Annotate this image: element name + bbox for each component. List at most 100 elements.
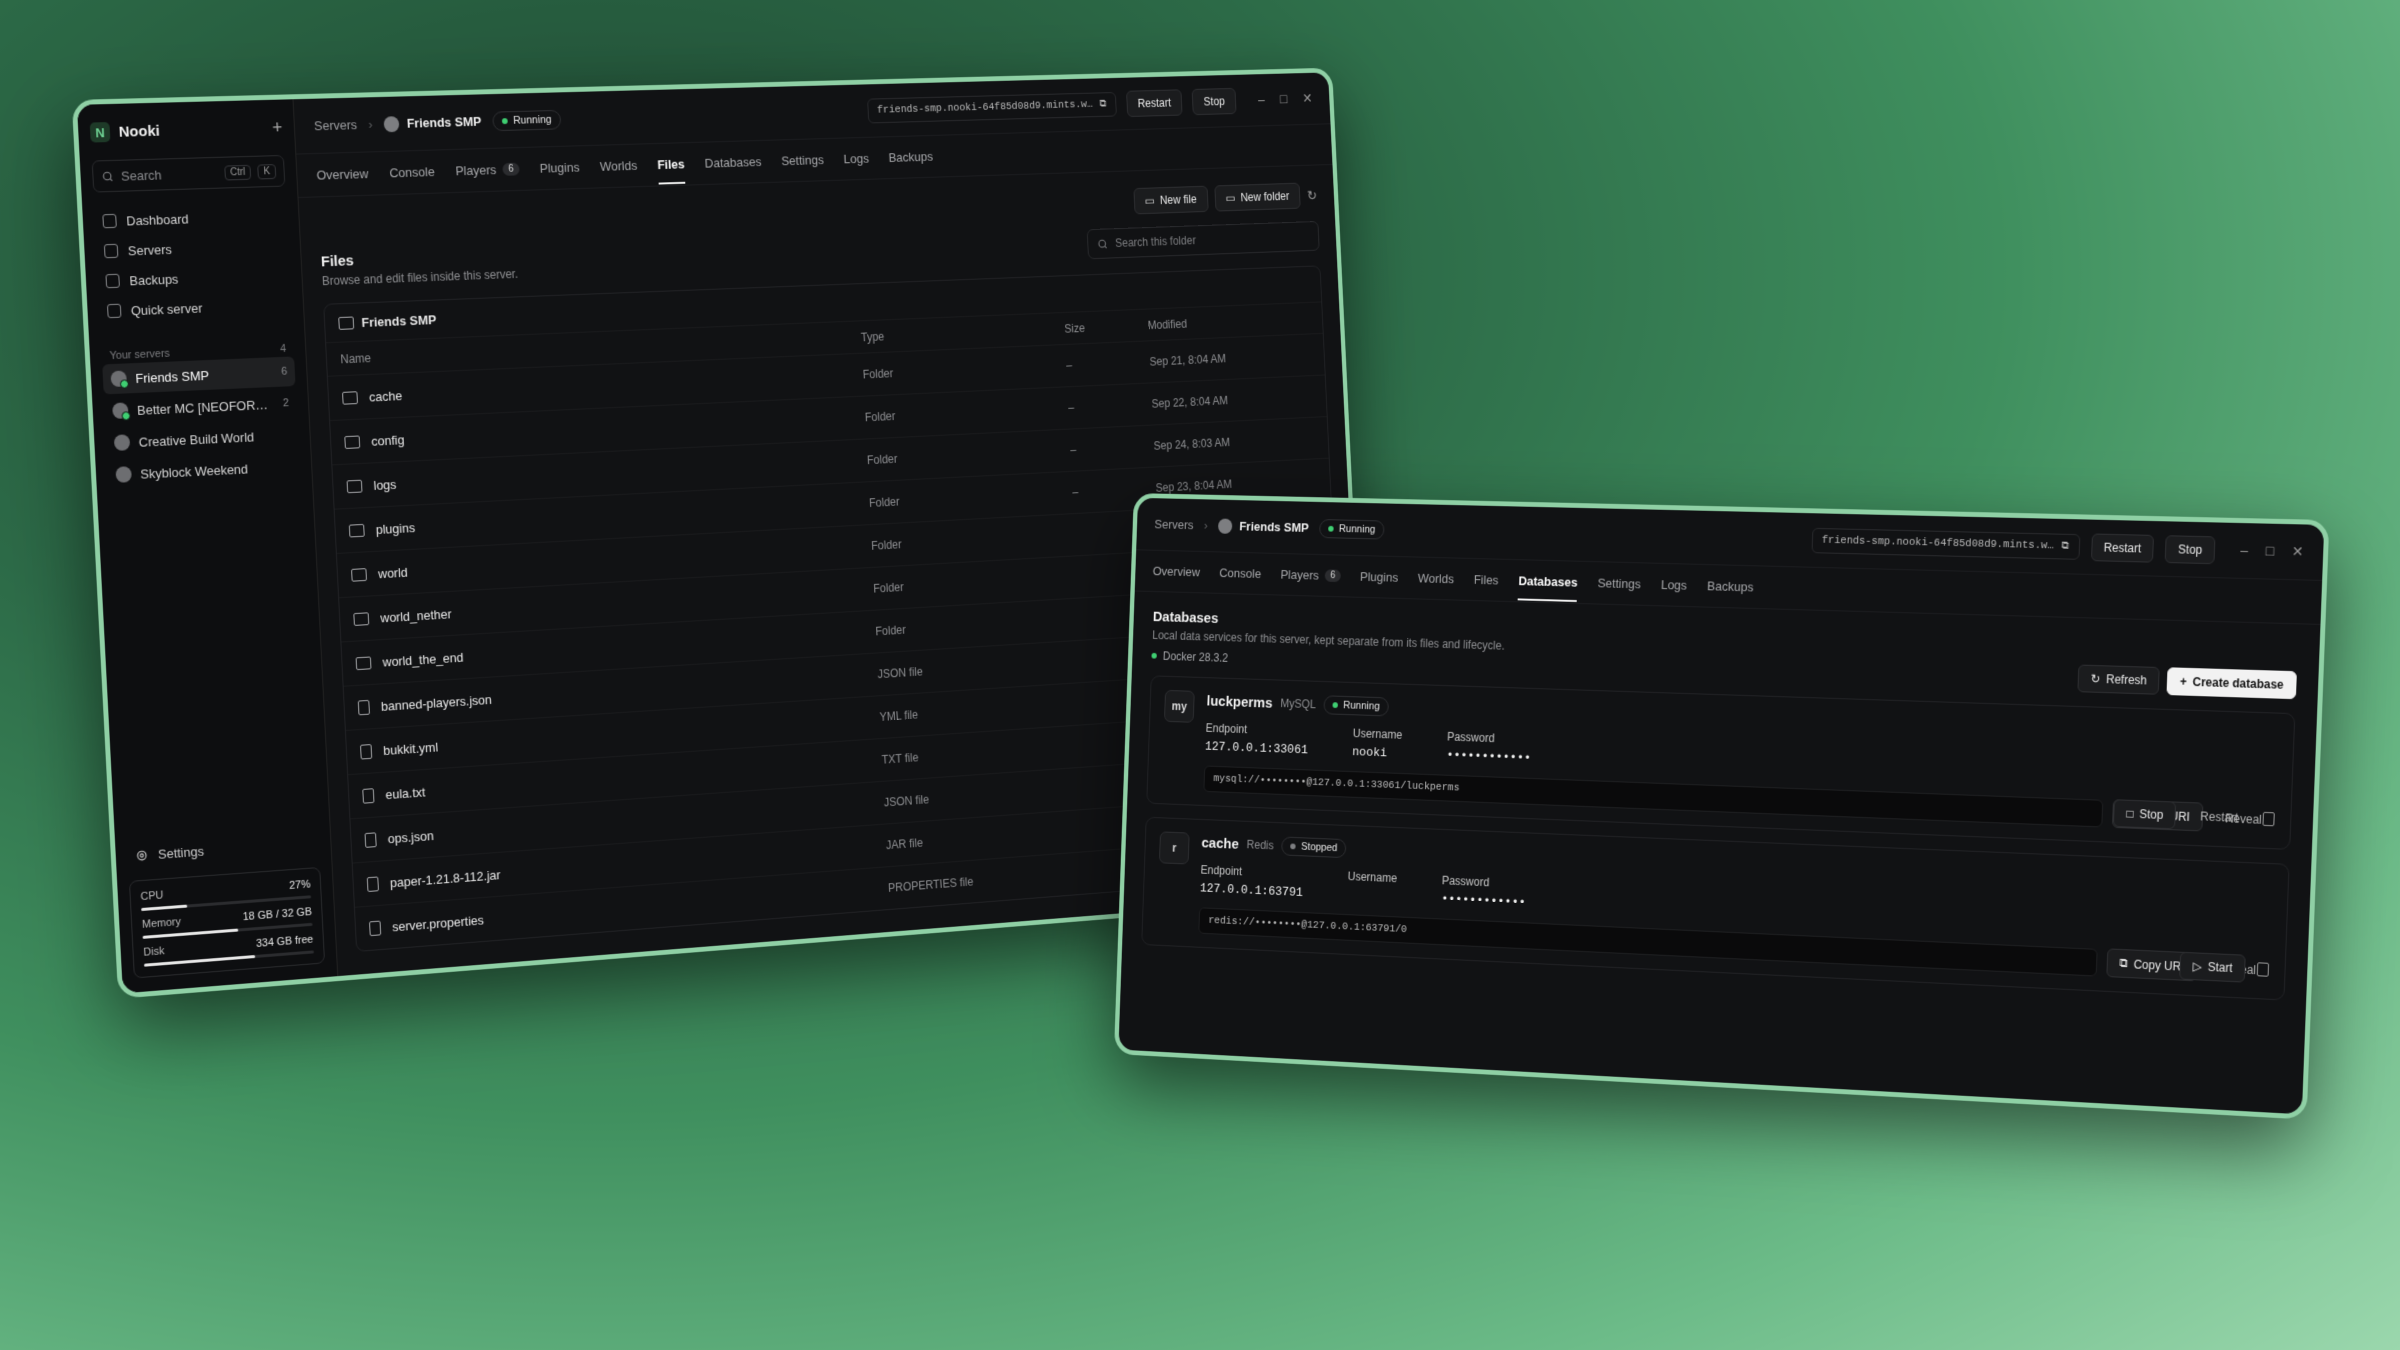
tab-overview[interactable]: Overview bbox=[1152, 553, 1201, 591]
copy-icon[interactable]: ⧉ bbox=[2061, 540, 2069, 552]
cpu-value: 27% bbox=[289, 879, 311, 892]
server-avatar bbox=[384, 116, 400, 132]
new-folder-button[interactable]: ▭ New folder bbox=[1214, 183, 1301, 212]
tab-badge: 6 bbox=[502, 163, 519, 176]
restart-button[interactable]: Restart bbox=[1126, 89, 1183, 117]
file-name: logs bbox=[373, 477, 396, 493]
restart-database-button[interactable]: Restart bbox=[2187, 802, 2251, 832]
shortcut-key: K bbox=[257, 164, 276, 179]
folder-icon bbox=[344, 435, 360, 449]
tab-worlds[interactable]: Worlds bbox=[599, 147, 638, 186]
file-name: server.properties bbox=[392, 912, 484, 934]
password-value: •••••••••••• bbox=[1446, 748, 1531, 765]
tab-databases[interactable]: Databases bbox=[704, 143, 762, 182]
server-name: Friends SMP bbox=[406, 114, 481, 131]
tab-files[interactable]: Files bbox=[656, 145, 685, 183]
tab-console[interactable]: Console bbox=[388, 152, 435, 192]
breadcrumb-servers[interactable]: Servers bbox=[1154, 517, 1194, 532]
file-name: eula.txt bbox=[385, 784, 426, 801]
tab-backups[interactable]: Backups bbox=[1707, 567, 1755, 606]
tab-logs[interactable]: Logs bbox=[843, 140, 870, 178]
endpoint-field: Endpoint 127.0.0.1:63791 bbox=[1200, 863, 1304, 900]
trash-icon[interactable] bbox=[2262, 812, 2274, 826]
tab-label: Databases bbox=[704, 154, 761, 170]
file-type: Folder bbox=[869, 486, 1073, 510]
tab-worlds[interactable]: Worlds bbox=[1417, 559, 1454, 597]
sidebar-search-placeholder: Search bbox=[121, 165, 218, 183]
file-type: Folder bbox=[867, 444, 1071, 467]
folder-search-input[interactable]: Search this folder bbox=[1087, 221, 1320, 259]
file-size: – bbox=[1066, 355, 1150, 372]
tab-settings[interactable]: Settings bbox=[1597, 564, 1641, 603]
server-list: Friends SMP 6 Better MC [NEOFORGE] ... 2 Cre… bbox=[102, 356, 300, 490]
column-size[interactable]: Size bbox=[1064, 318, 1148, 335]
endpoint-field: Endpoint 127.0.0.1:33061 bbox=[1205, 721, 1309, 757]
username-value bbox=[1347, 888, 1397, 904]
tab-backups[interactable]: Backups bbox=[888, 138, 934, 176]
database-engine-icon: r bbox=[1159, 831, 1190, 864]
stop-database-button[interactable]: □ Stop bbox=[2113, 799, 2176, 829]
breadcrumb-server[interactable]: Friends SMP bbox=[1218, 518, 1309, 535]
tab-settings[interactable]: Settings bbox=[780, 141, 824, 180]
settings-label: Settings bbox=[158, 843, 205, 861]
folder-icon bbox=[356, 656, 372, 670]
copy-icon[interactable]: ⧉ bbox=[1099, 98, 1106, 109]
window-controls: – □ ✕ bbox=[2240, 542, 2304, 560]
tab-label: Console bbox=[389, 164, 435, 180]
close-icon[interactable]: ✕ bbox=[2292, 543, 2304, 560]
tab-label: Backups bbox=[888, 149, 933, 165]
server-list-label: Skyblock Weekend bbox=[140, 459, 284, 481]
server-list-item[interactable]: Skyblock Weekend bbox=[107, 451, 300, 490]
restart-button[interactable]: Restart bbox=[2091, 533, 2155, 562]
trash-icon[interactable] bbox=[2257, 962, 2269, 976]
primary-action-label: Start bbox=[2207, 960, 2232, 975]
memory-label: Memory bbox=[142, 916, 181, 931]
sidebar-search[interactable]: Search Ctrl K bbox=[92, 155, 286, 193]
tab-players[interactable]: Players 6 bbox=[1280, 556, 1341, 594]
docker-status-dot bbox=[1151, 653, 1156, 659]
file-name: cache bbox=[369, 388, 403, 404]
column-type[interactable]: Type bbox=[861, 322, 1065, 344]
minimize-icon[interactable]: – bbox=[2240, 542, 2248, 559]
stop-icon: □ bbox=[2126, 807, 2134, 821]
file-name: world_the_end bbox=[382, 649, 464, 669]
password-field: Password •••••••••••• bbox=[1446, 730, 1532, 766]
add-server-icon[interactable]: + bbox=[272, 117, 283, 138]
new-file-button[interactable]: ▭ New file bbox=[1133, 186, 1208, 215]
address-text: friends-smp.nooki-64f85d08d9.mints.w… bbox=[877, 99, 1093, 116]
stop-button[interactable]: Stop bbox=[2165, 535, 2216, 564]
create-database-button[interactable]: + Create database bbox=[2167, 667, 2297, 699]
server-address[interactable]: friends-smp.nooki-64f85d08d9.mints.w… ⧉ bbox=[1811, 527, 2080, 559]
maximize-icon[interactable]: □ bbox=[1280, 91, 1288, 107]
refresh-icon[interactable]: ↻ bbox=[1307, 187, 1318, 203]
minimize-icon[interactable]: – bbox=[1258, 92, 1265, 108]
breadcrumb-server[interactable]: Friends SMP bbox=[384, 113, 482, 131]
dashboard-icon bbox=[102, 214, 117, 228]
refresh-button[interactable]: ↻ Refresh bbox=[2078, 665, 2160, 695]
file-type: JAR file bbox=[886, 824, 1090, 852]
stop-button[interactable]: Stop bbox=[1192, 87, 1237, 114]
tab-console[interactable]: Console bbox=[1219, 554, 1262, 592]
status-text: Stopped bbox=[1301, 841, 1338, 854]
copy-uri-label: Copy URI bbox=[2133, 957, 2184, 973]
start-database-button[interactable]: ▷ Start bbox=[2180, 952, 2246, 983]
close-icon[interactable]: ✕ bbox=[1302, 90, 1313, 106]
sidebar-item-quick-server[interactable]: Quick server bbox=[99, 289, 292, 326]
database-engine: MySQL bbox=[1280, 697, 1316, 711]
server-address[interactable]: friends-smp.nooki-64f85d08d9.mints.w… ⧉ bbox=[867, 92, 1117, 123]
tab-files[interactable]: Files bbox=[1473, 561, 1499, 599]
tab-logs[interactable]: Logs bbox=[1660, 566, 1687, 604]
tab-players[interactable]: Players 6 bbox=[454, 150, 520, 190]
tab-plugins[interactable]: Plugins bbox=[1359, 558, 1398, 596]
file-type: Folder bbox=[871, 528, 1075, 553]
username-label: Username bbox=[1348, 870, 1398, 885]
breadcrumb-servers[interactable]: Servers bbox=[314, 117, 358, 133]
file-type: Folder bbox=[865, 401, 1069, 424]
maximize-icon[interactable]: □ bbox=[2265, 543, 2274, 560]
column-modified[interactable]: Modified bbox=[1147, 312, 1310, 332]
sidebar-settings[interactable]: Settings bbox=[127, 828, 320, 871]
tab-databases[interactable]: Databases bbox=[1518, 562, 1578, 601]
tab-plugins[interactable]: Plugins bbox=[539, 148, 581, 187]
tab-overview[interactable]: Overview bbox=[316, 154, 370, 194]
file-name: world_nether bbox=[380, 606, 452, 625]
